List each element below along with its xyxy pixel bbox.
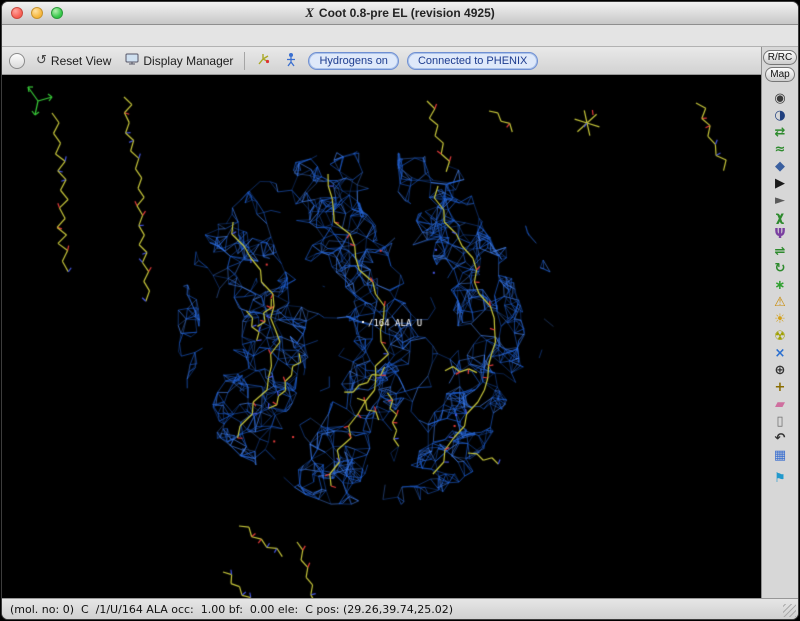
display-manager-label: Display Manager: [143, 54, 233, 68]
traffic-lights: [11, 7, 63, 19]
flip-peptide-button[interactable]: ⇌: [768, 243, 792, 259]
display-control-button[interactable]: ◉: [768, 90, 792, 106]
goto-atom-button[interactable]: ◑: [768, 107, 792, 123]
menu-hid[interactable]: [94, 34, 108, 38]
icon-glyph: ▦: [774, 449, 786, 462]
rfree-flag-button[interactable]: ⚑: [768, 470, 792, 486]
fixed-atoms-button[interactable]: ◆: [768, 158, 792, 174]
icon-glyph: ◆: [775, 160, 785, 173]
icon-glyph: Ψ: [774, 228, 785, 241]
side-chain-180-button[interactable]: ↻: [768, 260, 792, 276]
menu-validate[interactable]: [80, 34, 94, 38]
icon-glyph: +: [775, 381, 786, 394]
mutate-button[interactable]: Ψ: [768, 226, 792, 242]
edit-chi-angles-button[interactable]: χ: [768, 209, 792, 225]
icon-glyph: ⇌: [775, 245, 786, 258]
menu-measures[interactable]: [66, 34, 80, 38]
reset-view-icon: ↺: [36, 54, 47, 67]
icon-glyph: ⊕: [775, 364, 786, 377]
undo-button[interactable]: ↶: [768, 430, 792, 446]
recentre-button[interactable]: ⊕: [768, 362, 792, 378]
cut-button[interactable]: ×: [768, 345, 792, 361]
icon-glyph: ☀: [774, 313, 786, 326]
icon-glyph: ⚠: [774, 296, 786, 309]
geometry-check-button[interactable]: ⚠: [768, 294, 792, 310]
clash-check-button[interactable]: ☀: [768, 311, 792, 327]
window-title-text: Coot 0.8-pre EL (revision 4925): [319, 6, 495, 20]
validation-figure-button[interactable]: [282, 50, 300, 72]
window-title: X Coot 0.8-pre EL (revision 4925): [305, 5, 495, 21]
main-toolbar: ↺ Reset View Display Manager: [2, 47, 761, 75]
icon-glyph: ↶: [775, 432, 786, 445]
x11-icon: X: [305, 5, 314, 21]
menubar: [2, 25, 798, 47]
menu-calculate[interactable]: [38, 34, 52, 38]
environment-distances-button[interactable]: ∗: [768, 277, 792, 293]
display-manager-icon: [125, 53, 139, 68]
phenix-connection-status[interactable]: Connected to PHENIX: [407, 52, 538, 70]
regularize-button[interactable]: ≈: [768, 141, 792, 157]
radiation-hazard-button[interactable]: ☢: [768, 328, 792, 344]
coot-window: X Coot 0.8-pre EL (revision 4925) ↺ Rese…: [1, 1, 799, 620]
auto-fit-rotamer-button[interactable]: ►: [768, 192, 792, 208]
icon-glyph: ≈: [775, 143, 786, 156]
menu-file[interactable]: [10, 34, 24, 38]
run-refmac-button[interactable]: ▦: [768, 447, 792, 463]
menu-edit[interactable]: [24, 34, 38, 38]
display-manager-button[interactable]: Display Manager: [122, 51, 236, 70]
reset-view-button[interactable]: ↺ Reset View: [33, 52, 114, 70]
icon-glyph: ►: [775, 194, 785, 207]
menu-extensions[interactable]: [122, 34, 136, 38]
icon-glyph: ▶: [775, 177, 785, 190]
right-toolbar: R/RC Map ◉ ◑ ⇄ ≈ ◆ ▶ ► χ: [761, 47, 798, 598]
icon-glyph: ↻: [775, 262, 786, 275]
titlebar[interactable]: X Coot 0.8-pre EL (revision 4925): [2, 2, 798, 25]
icon-glyph: ×: [775, 347, 786, 360]
icon-glyph: ∗: [775, 279, 786, 292]
menu-draw[interactable]: [52, 34, 66, 38]
r-rc-button[interactable]: R/RC: [763, 50, 797, 65]
refine-button[interactable]: ⇄: [768, 124, 792, 140]
icon-glyph: ☢: [774, 330, 786, 343]
ligand-icon: [256, 52, 271, 70]
molecular-viewport[interactable]: [2, 75, 761, 598]
map-button[interactable]: Map: [765, 67, 794, 82]
icon-glyph: ▯: [776, 415, 783, 428]
statusbar: (mol. no: 0) C /1/U/164 ALA occ: 1.00 bf…: [2, 598, 798, 619]
rotate-translate-button[interactable]: ▶: [768, 175, 792, 191]
reset-view-label: Reset View: [51, 54, 111, 68]
toolbar-separator: [244, 52, 245, 70]
icon-glyph: χ: [776, 211, 784, 224]
ligand-builder-button[interactable]: [253, 50, 274, 72]
delete-item-button[interactable]: ▯: [768, 413, 792, 429]
hydrogens-toggle[interactable]: Hydrogens on: [308, 52, 399, 70]
right-icon-strip: ◉ ◑ ⇄ ≈ ◆ ▶ ► χ Ψ ⇌: [768, 90, 792, 486]
person-icon: [285, 52, 297, 70]
icon-glyph: ◉: [774, 92, 785, 105]
icon-glyph: ⇄: [775, 126, 786, 139]
eraser-button[interactable]: ▰: [768, 396, 792, 412]
menu-phenix[interactable]: [136, 34, 150, 38]
toolbar-overflow-button[interactable]: [9, 53, 25, 69]
resize-grip[interactable]: [783, 604, 796, 617]
add-atom-button[interactable]: +: [768, 379, 792, 395]
icon-glyph: ⚑: [774, 472, 786, 485]
status-text: (mol. no: 0) C /1/U/164 ALA occ: 1.00 bf…: [10, 603, 453, 616]
menu-about[interactable]: [108, 34, 122, 38]
zoom-button[interactable]: [51, 7, 63, 19]
icon-glyph: ▰: [775, 398, 785, 411]
icon-glyph: ◑: [774, 109, 785, 122]
minimize-button[interactable]: [31, 7, 43, 19]
close-button[interactable]: [11, 7, 23, 19]
